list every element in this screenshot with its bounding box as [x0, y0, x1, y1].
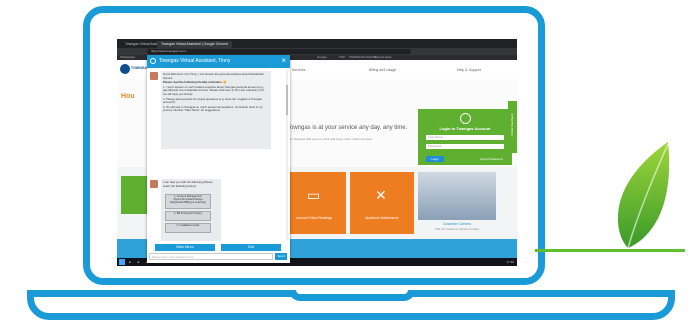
meter-icon: ▭ — [307, 187, 321, 203]
exit-button[interactable]: Exit — [221, 244, 281, 251]
side-tiles — [121, 104, 149, 244]
tools-icon: ✕ — [375, 187, 387, 203]
chat-header: Towngas Virtual Assistant, Tinny × — [147, 55, 290, 68]
forgot-password-link[interactable]: Forgot Password — [480, 157, 503, 161]
tile-maintenance[interactable]: ✕ Appliance Maintenance — [350, 172, 414, 234]
address-bar: https://www.towngas.com/... — [117, 48, 517, 55]
nav-item-help[interactable]: Help & Support — [457, 68, 481, 72]
chat-message: Good afternoon! I am Tinny. I can answer… — [161, 71, 271, 149]
greeting-text: Good afternoon! I am Tinny. I can answer… — [163, 72, 264, 80]
laptop-notch — [289, 290, 415, 301]
chat-scroll-thumb[interactable] — [286, 85, 288, 115]
nav-item-services[interactable]: Services — [292, 68, 305, 72]
chat-bot-icon — [150, 58, 156, 64]
feedback-tab[interactable]: Online Feedback — [508, 101, 517, 153]
photo-subcaption: Visit Our Customer Service Centres — [434, 227, 480, 231]
tagline-sub: Join Towngas with just one click and enj… — [287, 137, 373, 141]
login-title: Login to Towngas Account — [439, 126, 491, 131]
login-button[interactable]: Login — [426, 156, 444, 162]
promo-tile[interactable] — [121, 176, 149, 214]
tagline: Towngas is at your service any day, any … — [287, 125, 408, 131]
url-field[interactable]: https://www.towngas.com/... — [147, 49, 411, 54]
assistant-avatar — [150, 72, 158, 80]
chat-title: Towngas Virtual Assistant, Tinny — [159, 58, 231, 64]
chat-body: Good afternoon! I am Tinny. I can answer… — [147, 68, 290, 241]
menu-option-installation[interactable]: 3. Installation Guide — [165, 223, 211, 233]
laptop-screen: Towngas Virtual Assi... Towngas Virtual … — [117, 39, 517, 266]
reminder-2: 2. Please ask keywords for simple questi… — [163, 96, 262, 105]
browser-tab-bar: Towngas Virtual Assi... Towngas Virtual … — [117, 39, 517, 48]
reminder-3: 3. It's still new to Towngas so I can't … — [163, 104, 263, 113]
tile-readings[interactable]: ▭ Account Online Readings — [282, 172, 346, 234]
main-menu-button[interactable]: Main Menu — [155, 244, 215, 251]
taskbar-clock: 17:40 — [506, 260, 514, 264]
assistant-avatar — [150, 180, 158, 188]
tile-label: Appliance Maintenance — [365, 216, 399, 220]
user-icon — [460, 113, 471, 124]
start-icon[interactable] — [119, 259, 125, 265]
nav-item-billing[interactable]: Billing and Usage — [369, 68, 396, 72]
username-field[interactable]: User Name — [426, 135, 504, 140]
menu-option-account[interactable]: 1. Account Management (Open/Terminate/Ch… — [165, 194, 211, 209]
customer-centre-photo[interactable] — [418, 172, 496, 220]
tile-label: Account Online Readings — [296, 216, 332, 220]
password-field[interactable]: Password — [426, 144, 504, 149]
browser-tab-active[interactable]: Towngas Virtual Assistant | Google Chrom… — [157, 41, 233, 48]
towngas-logo-icon[interactable] — [120, 64, 130, 74]
page-title: Hou — [121, 93, 135, 100]
menu-option-bill[interactable]: 2. Bill & Payment Inquiry — [165, 211, 211, 221]
login-panel: Login to Towngas Account User Name Passw… — [418, 109, 512, 165]
reminder-1: 1. I won't answer on such related enquir… — [163, 84, 265, 96]
leaf-icon — [617, 142, 670, 249]
virtual-assistant-chat: Towngas Virtual Assistant, Tinny × Good … — [147, 55, 290, 263]
photo-caption[interactable]: Customer Centres — [418, 222, 496, 226]
feedback-label: Online Feedback — [510, 113, 514, 137]
send-button[interactable]: Send — [275, 253, 287, 260]
chat-input[interactable]: Please type your question here — [149, 253, 273, 260]
menu-prompt: I can help you with the following (Pleas… — [163, 180, 213, 188]
close-icon[interactable]: × — [281, 56, 286, 65]
